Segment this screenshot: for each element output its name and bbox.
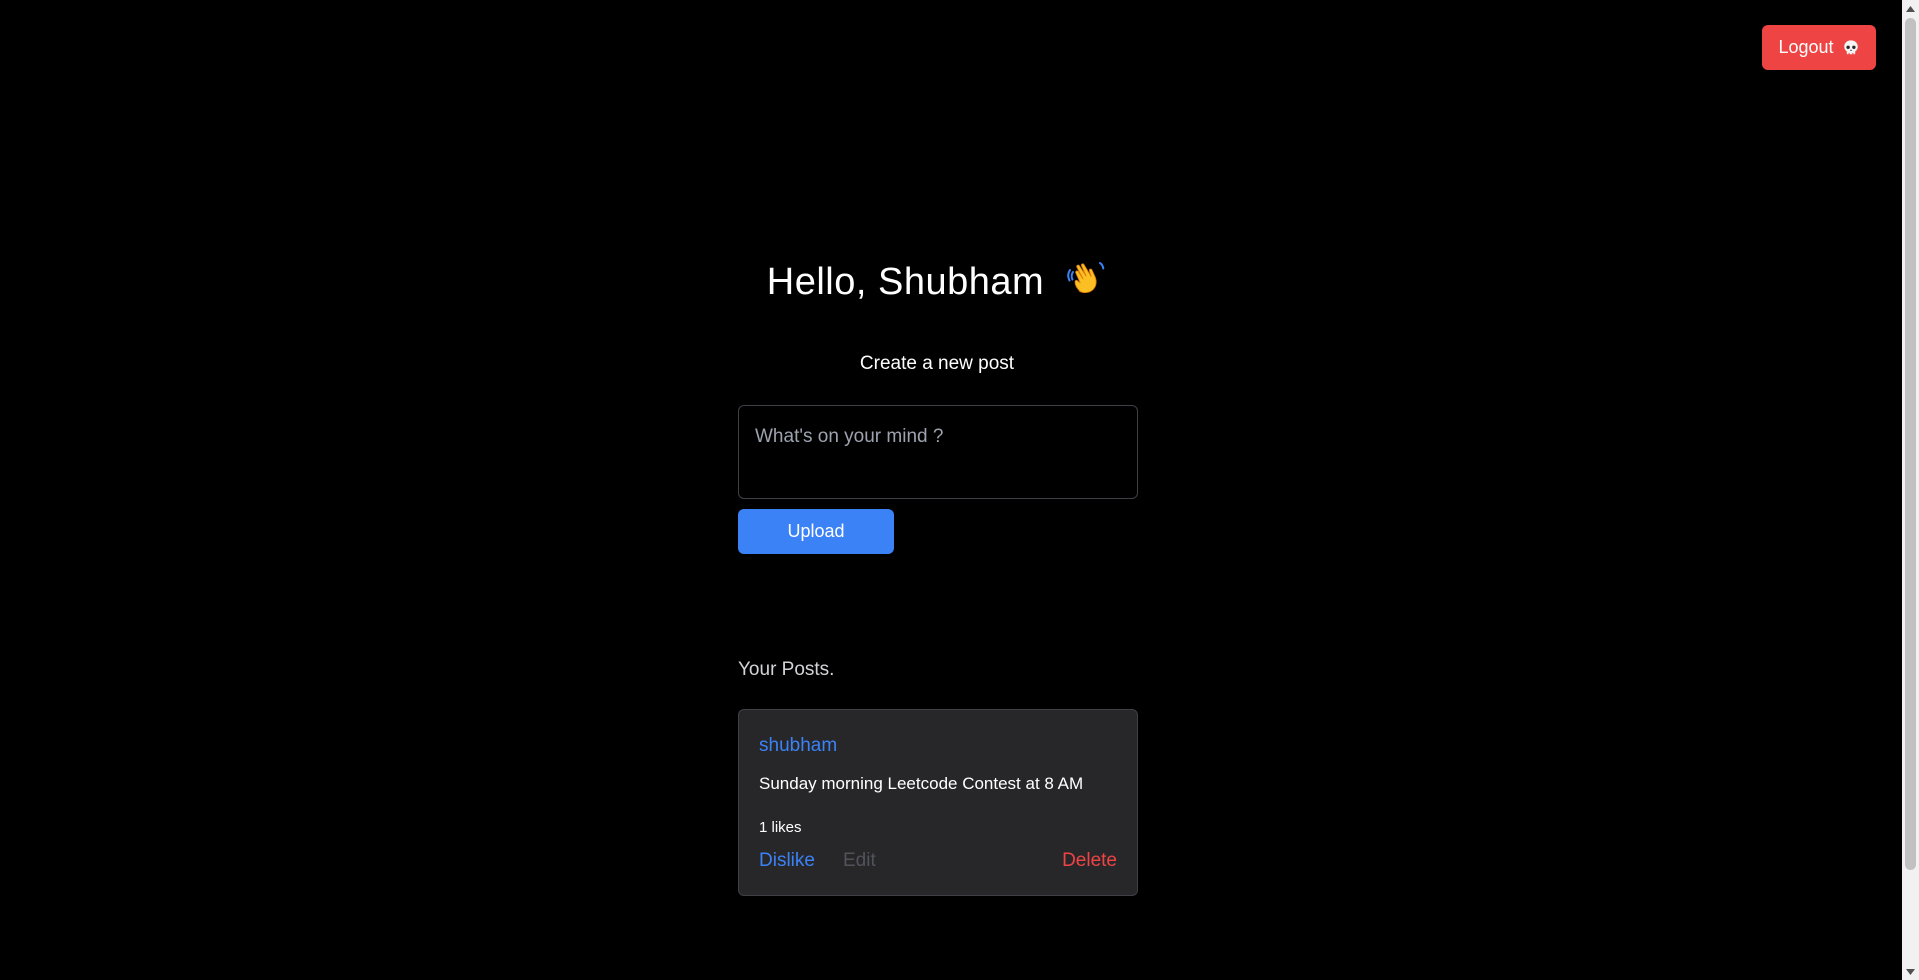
upload-button[interactable]: Upload [738, 509, 894, 554]
scroll-up-arrow-icon[interactable] [1902, 0, 1919, 17]
your-posts-heading: Your Posts. [738, 659, 835, 680]
user-name: Shubham [877, 261, 1045, 303]
greeting-heading: Hello, Shubham [0, 258, 1874, 304]
post-input[interactable] [738, 405, 1138, 499]
logout-label: Logout [1778, 37, 1834, 57]
post-actions: Dislike Edit Delete [759, 850, 1117, 876]
skull-icon [1842, 39, 1860, 57]
waving-hand-icon [1067, 258, 1107, 298]
post-content: Sunday morning Leetcode Contest at 8 AM [759, 774, 1084, 793]
edit-button[interactable]: Edit [843, 850, 876, 872]
post-likes-count: 1 likes [759, 819, 802, 836]
post-card: shubham Sunday morning Leetcode Contest … [738, 709, 1138, 896]
vertical-scrollbar[interactable] [1902, 0, 1919, 980]
post-author-link[interactable]: shubham [759, 735, 837, 757]
greeting-prefix: Hello, [766, 261, 878, 303]
delete-button[interactable]: Delete [1062, 850, 1117, 872]
create-post-title: Create a new post [859, 353, 1015, 374]
logout-button[interactable]: Logout [1762, 25, 1876, 70]
dislike-button[interactable]: Dislike [759, 850, 815, 872]
page: Logout Hello, Shubham Create a new post … [0, 0, 1919, 980]
scrollbar-thumb[interactable] [1905, 18, 1916, 870]
scroll-down-arrow-icon[interactable] [1902, 963, 1919, 980]
